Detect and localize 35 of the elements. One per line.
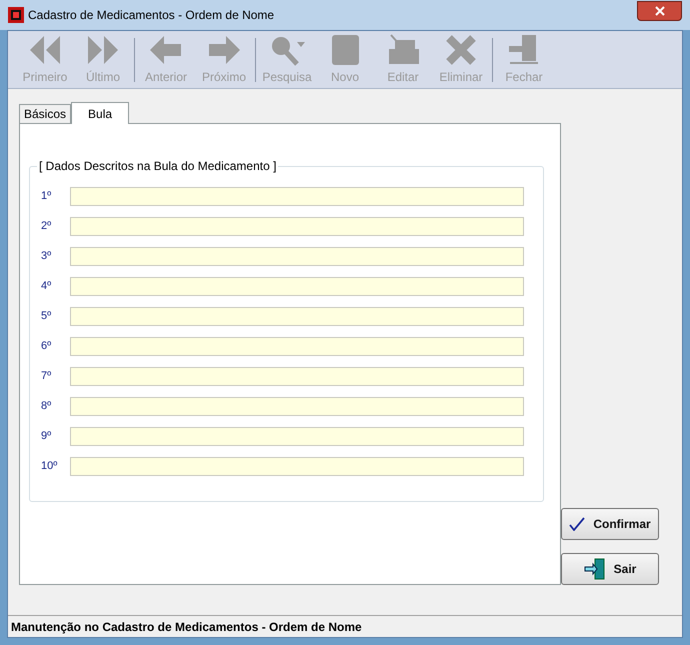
field-label: 5º	[41, 309, 52, 324]
group-title: [ Dados Descritos na Bula do Medicamento ]	[37, 158, 278, 174]
text-field[interactable]	[70, 427, 524, 446]
text-field[interactable]	[70, 367, 524, 386]
action-button[interactable]: Confirmar	[561, 508, 659, 540]
field-label: 6º	[41, 339, 52, 354]
app-icon	[8, 7, 24, 23]
field-label: 2º	[41, 219, 52, 234]
door-exit-icon	[584, 558, 606, 580]
text-field[interactable]	[70, 457, 524, 476]
field-label: 9º	[41, 429, 52, 444]
field-label: 10º	[41, 459, 58, 474]
text-field[interactable]	[70, 277, 524, 296]
close-button[interactable]	[637, 1, 682, 21]
action-button[interactable]: Sair	[561, 553, 659, 585]
field-label: 1º	[41, 189, 52, 204]
field-label: 7º	[41, 369, 52, 384]
tab[interactable]: Básicos	[19, 104, 72, 123]
field-label: 3º	[41, 249, 52, 264]
field-label: 4º	[41, 279, 52, 294]
text-field[interactable]	[70, 217, 524, 236]
x-icon	[443, 34, 479, 66]
left-arrow-icon	[148, 34, 184, 66]
checkmark-icon	[569, 517, 586, 531]
right-arrow-icon	[206, 34, 242, 66]
window-title: Cadastro de Medicamentos - Ordem de Nome	[28, 7, 274, 24]
text-field[interactable]	[70, 187, 524, 206]
double-right-arrow-icon	[85, 34, 121, 66]
text-field[interactable]	[70, 307, 524, 326]
close-icon	[654, 6, 664, 16]
text-field[interactable]	[70, 247, 524, 266]
text-field[interactable]	[70, 337, 524, 356]
text-field[interactable]	[70, 397, 524, 416]
field-label: 8º	[41, 399, 52, 414]
tab[interactable]: Bula	[71, 102, 130, 124]
